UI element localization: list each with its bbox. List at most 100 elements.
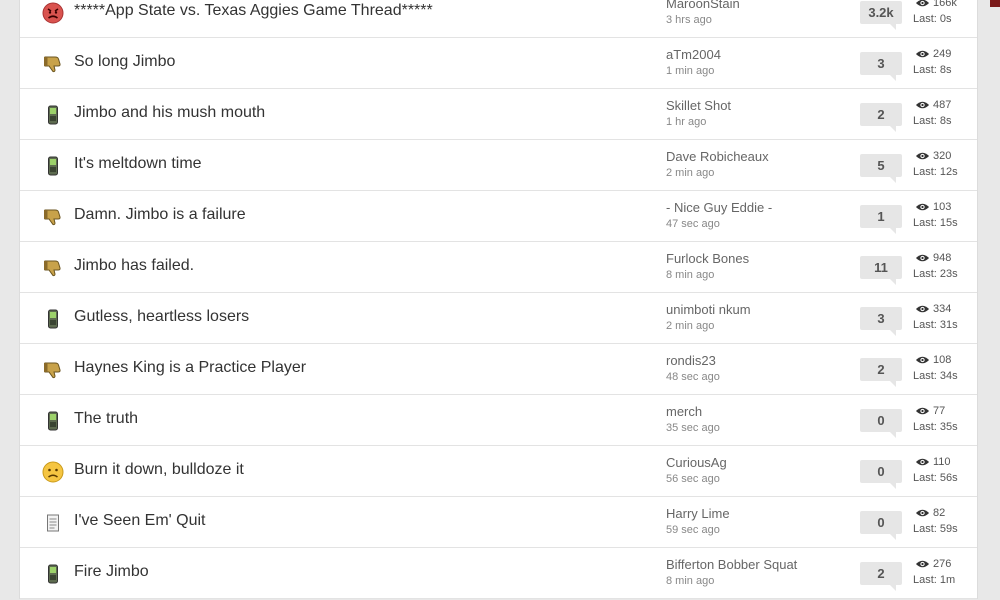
page-edge-accent <box>990 0 1000 7</box>
last-post-time[interactable]: Last: 1m <box>913 574 955 586</box>
last-post-time[interactable]: Last: 8s <box>913 115 952 127</box>
thread-row[interactable]: It's meltdown time Dave Robicheaux 2 min a… <box>20 140 977 191</box>
thread-time: 3 hrs ago <box>666 14 712 26</box>
document-icon <box>42 512 64 534</box>
view-count: 487 <box>915 99 951 111</box>
thread-time: 2 min ago <box>666 320 715 332</box>
thread-title-link[interactable]: The truth <box>74 410 138 428</box>
view-count-value: 320 <box>933 150 952 162</box>
reply-count-badge[interactable]: 1 <box>860 205 902 234</box>
reply-count-badge[interactable]: 3 <box>860 52 902 81</box>
thread-title-link[interactable]: Damn. Jimbo is a failure <box>74 206 246 224</box>
view-count: 110 <box>915 456 951 468</box>
eye-icon <box>915 151 930 161</box>
last-post-time[interactable]: Last: 59s <box>913 523 958 535</box>
thread-row[interactable]: So long Jimbo aTm2004 1 min ago 3 249 Last: 8… <box>20 38 977 89</box>
view-count-value: 276 <box>933 558 952 570</box>
thread-author-link[interactable]: CuriousAg <box>666 455 727 470</box>
thread-author-link[interactable]: rondis23 <box>666 353 716 368</box>
thread-title-link[interactable]: It's meltdown time <box>74 155 202 173</box>
view-count: 249 <box>915 48 951 60</box>
phone-icon <box>42 104 64 126</box>
eye-icon <box>915 253 930 263</box>
thread-title-link[interactable]: Haynes King is a Practice Player <box>74 359 306 377</box>
view-count: 166k <box>915 0 957 9</box>
reply-count-badge[interactable]: 3.2k <box>860 1 902 30</box>
thread-title-link[interactable]: Gutless, heartless losers <box>74 308 249 326</box>
thread-author-link[interactable]: Furlock Bones <box>666 251 749 266</box>
last-post-time[interactable]: Last: 56s <box>913 472 958 484</box>
last-post-time[interactable]: Last: 35s <box>913 421 958 433</box>
view-count: 320 <box>915 150 951 162</box>
thread-title-link[interactable]: Burn it down, bulldoze it <box>74 461 244 479</box>
reply-count-badge[interactable]: 3 <box>860 307 902 336</box>
thread-author-link[interactable]: merch <box>666 404 702 419</box>
eye-icon <box>915 49 930 59</box>
view-count-value: 249 <box>933 48 952 60</box>
thread-title-link[interactable]: Jimbo and his mush mouth <box>74 104 265 122</box>
view-count: 108 <box>915 354 951 366</box>
thread-title-link[interactable]: So long Jimbo <box>74 53 175 71</box>
thread-row[interactable]: Damn. Jimbo is a failure - Nice Guy Eddie… <box>20 191 977 242</box>
thread-time: 8 min ago <box>666 269 715 281</box>
thread-author-link[interactable]: Bifferton Bobber Squat <box>666 557 797 572</box>
thread-time: 1 hr ago <box>666 116 707 128</box>
thread-author-link[interactable]: MaroonStain <box>666 0 740 11</box>
view-count: 334 <box>915 303 951 315</box>
phone-icon <box>42 563 64 585</box>
last-post-time[interactable]: Last: 23s <box>913 268 958 280</box>
phone-icon <box>42 410 64 432</box>
last-post-time[interactable]: Last: 34s <box>913 370 958 382</box>
thread-row[interactable]: I've Seen Em' Quit Harry Lime 59 sec ago 0 8… <box>20 497 977 548</box>
thread-author-link[interactable]: Harry Lime <box>666 506 730 521</box>
thread-title-link[interactable]: Jimbo has failed. <box>74 257 194 275</box>
reply-count-badge[interactable]: 2 <box>860 358 902 387</box>
eye-icon <box>915 100 930 110</box>
thread-row[interactable]: *****App State vs. Texas Aggies Game Thr… <box>20 0 977 38</box>
view-count: 276 <box>915 558 951 570</box>
thread-author-link[interactable]: unimboti nkum <box>666 302 751 317</box>
thread-row[interactable]: Jimbo and his mush mouth Skillet Shot 1 hr… <box>20 89 977 140</box>
thread-row[interactable]: Fire Jimbo Bifferton Bobber Squat 8 min ag… <box>20 548 977 599</box>
thread-author-link[interactable]: - Nice Guy Eddie - <box>666 200 772 215</box>
thread-row[interactable]: Burn it down, bulldoze it CuriousAg 56 sec… <box>20 446 977 497</box>
last-post-time[interactable]: Last: 0s <box>913 13 952 25</box>
thread-row[interactable]: Jimbo has failed. Furlock Bones 8 min ago 1… <box>20 242 977 293</box>
reply-count-badge[interactable]: 2 <box>860 103 902 132</box>
reply-count-badge[interactable]: 0 <box>860 460 902 489</box>
thread-row[interactable]: Gutless, heartless losers unimboti nkum 2 … <box>20 293 977 344</box>
eye-icon <box>915 457 930 467</box>
phone-icon <box>42 308 64 330</box>
view-count: 103 <box>915 201 951 213</box>
last-post-time[interactable]: Last: 8s <box>913 64 952 76</box>
thread-title-link[interactable]: *****App State vs. Texas Aggies Game Thr… <box>74 2 433 20</box>
thumbs-down-icon <box>42 359 64 381</box>
last-post-time[interactable]: Last: 31s <box>913 319 958 331</box>
thread-author-link[interactable]: Dave Robicheaux <box>666 149 769 164</box>
view-count: 77 <box>915 405 945 417</box>
thread-author-link[interactable]: Skillet Shot <box>666 98 731 113</box>
thread-time: 47 sec ago <box>666 218 720 230</box>
thread-time: 59 sec ago <box>666 524 720 536</box>
thread-title-link[interactable]: Fire Jimbo <box>74 563 149 581</box>
thread-row[interactable]: The truth merch 35 sec ago 0 77 Last: 35s <box>20 395 977 446</box>
reply-count-badge[interactable]: 11 <box>860 256 902 285</box>
thread-row[interactable]: Haynes King is a Practice Player rondis23… <box>20 344 977 395</box>
reply-count-badge[interactable]: 0 <box>860 409 902 438</box>
reply-count-badge[interactable]: 5 <box>860 154 902 183</box>
last-post-time[interactable]: Last: 12s <box>913 166 958 178</box>
last-post-time[interactable]: Last: 15s <box>913 217 958 229</box>
phone-icon <box>42 155 64 177</box>
view-count-value: 82 <box>933 507 946 519</box>
view-count-value: 334 <box>933 303 952 315</box>
view-count-value: 108 <box>933 354 952 366</box>
eye-icon <box>915 355 930 365</box>
thread-time: 48 sec ago <box>666 371 720 383</box>
eye-icon <box>915 406 930 416</box>
thread-author-link[interactable]: aTm2004 <box>666 47 721 62</box>
view-count-value: 166k <box>933 0 957 9</box>
thread-title-link[interactable]: I've Seen Em' Quit <box>74 512 206 530</box>
reply-count-badge[interactable]: 0 <box>860 511 902 540</box>
reply-count-badge[interactable]: 2 <box>860 562 902 591</box>
thumbs-down-icon <box>42 53 64 75</box>
